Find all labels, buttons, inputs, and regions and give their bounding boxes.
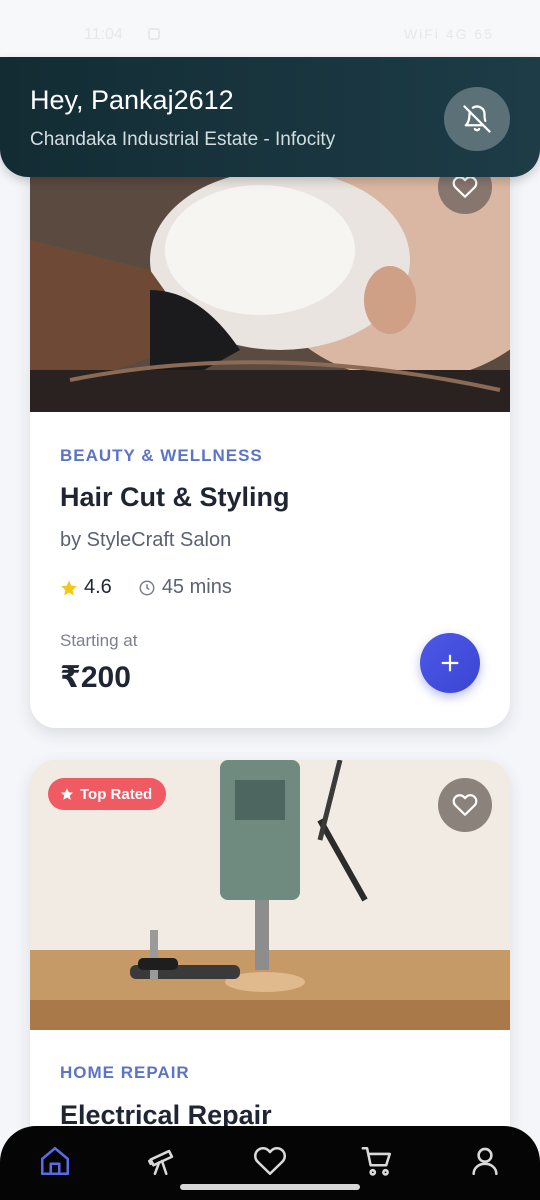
app-header: Hey, Pankaj2612 Chandaka Industrial Esta… [0, 57, 540, 177]
service-category: HOME REPAIR [60, 1063, 190, 1082]
nav-explore[interactable] [137, 1136, 187, 1186]
service-card[interactable]: Top Rated HOME REPAIR Electrical Repair [30, 760, 510, 1180]
telescope-icon [147, 1149, 174, 1176]
nav-home[interactable] [30, 1136, 80, 1186]
service-category: BEAUTY & WELLNESS [60, 446, 263, 465]
starting-at-label: Starting at [60, 631, 138, 650]
bell-off-icon [463, 105, 491, 133]
cart-icon [361, 1146, 392, 1176]
service-meta: 4.6 45 mins [60, 576, 232, 599]
status-app-icon [148, 28, 160, 40]
user-icon [472, 1147, 498, 1176]
plus-icon [441, 654, 459, 672]
top-rated-badge: Top Rated [48, 778, 167, 810]
service-duration: 45 mins [161, 576, 232, 598]
badge-label: Top Rated [80, 785, 153, 803]
nav-cart[interactable] [352, 1136, 402, 1186]
status-time: 11:04 [84, 26, 123, 43]
star-icon [61, 580, 77, 595]
home-indicator[interactable] [180, 1184, 360, 1190]
service-provider: by StyleCraft Salon [60, 529, 232, 551]
home-icon [40, 1146, 70, 1176]
service-price: ₹200 [60, 661, 131, 694]
favorite-button[interactable] [438, 778, 492, 832]
service-rating: 4.6 [84, 576, 112, 598]
star-icon [60, 788, 74, 800]
service-title: Hair Cut & Styling [60, 482, 290, 512]
location-text[interactable]: Chandaka Industrial Estate - Infocity [30, 129, 335, 151]
nav-favorites[interactable] [245, 1136, 295, 1186]
nav-profile[interactable] [460, 1136, 510, 1186]
heart-icon [253, 1146, 287, 1176]
heart-icon [452, 794, 478, 816]
status-indicators: WiFi 4G 65 [403, 26, 494, 42]
bottom-navigation [0, 1126, 540, 1200]
status-bar: 11:04 WiFi 4G 65 [0, 0, 540, 60]
clock-icon [139, 580, 155, 595]
greeting-text: Hey, Pankaj2612 [30, 85, 234, 115]
heart-icon [452, 176, 478, 198]
notifications-off-button[interactable] [444, 87, 510, 151]
add-service-button[interactable] [420, 633, 480, 693]
service-card[interactable]: BEAUTY & WELLNESS Hair Cut & Styling by … [30, 140, 510, 728]
